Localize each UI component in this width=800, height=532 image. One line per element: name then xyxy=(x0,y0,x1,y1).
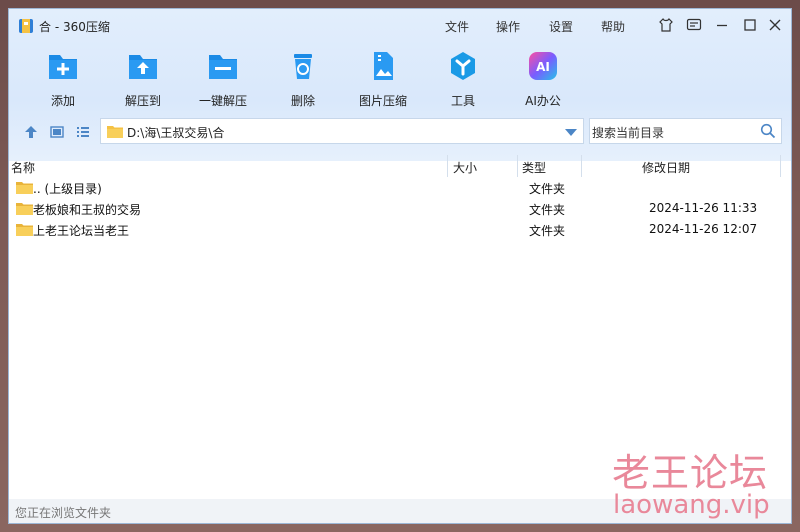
list-item[interactable]: 老板娘和王叔的交易 文件夹 2024-11-26 11:33 xyxy=(9,199,791,220)
address-dropdown-icon[interactable] xyxy=(565,129,577,136)
image-compress-icon xyxy=(374,52,393,80)
menu-file[interactable]: 文件 xyxy=(445,18,469,35)
toolbar-extract-to-label: 解压到 xyxy=(124,94,161,108)
column-header-size[interactable]: 大小 xyxy=(453,159,477,176)
row-type: 文件夹 xyxy=(529,182,566,196)
column-divider[interactable] xyxy=(517,155,518,177)
ai-office-icon: AI xyxy=(529,52,557,80)
folder-icon xyxy=(16,182,33,194)
column-header-date[interactable]: 修改日期 xyxy=(642,159,690,176)
folder-icon xyxy=(16,203,33,215)
address-bar[interactable]: D:\海\王叔交易\合 xyxy=(100,118,584,144)
title-bar: 合 - 360压缩 文件 操作 设置 帮助 xyxy=(9,9,791,43)
app-logo-icon xyxy=(19,19,33,33)
toolbar-tools-label: 工具 xyxy=(450,94,475,108)
toolbar-ai-office-button[interactable]: AI AI办公 xyxy=(511,49,575,109)
column-divider[interactable] xyxy=(447,155,448,177)
menu-operate[interactable]: 操作 xyxy=(496,18,520,35)
column-divider[interactable] xyxy=(780,155,781,177)
menu-help[interactable]: 帮助 xyxy=(601,18,625,35)
row-name: 老板娘和王叔的交易 xyxy=(33,203,142,217)
skin-icon[interactable] xyxy=(658,17,674,33)
folder-icon xyxy=(16,224,33,236)
toolbar-delete-button[interactable]: 删除 xyxy=(271,49,335,109)
add-icon xyxy=(49,55,77,79)
window-title: 合 - 360压缩 xyxy=(39,20,110,34)
row-name: .. (上级目录) xyxy=(33,182,102,196)
menu-settings[interactable]: 设置 xyxy=(549,18,573,35)
list-item[interactable]: 上老王论坛当老王 文件夹 2024-11-26 12:07 xyxy=(9,220,791,241)
search-icon[interactable] xyxy=(760,123,776,139)
row-date: 2024-11-26 12:07 xyxy=(649,222,758,236)
toolbar-ai-office-label: AI办公 xyxy=(525,94,561,108)
extract-to-icon xyxy=(129,55,157,79)
toolbar-add-label: 添加 xyxy=(50,94,75,108)
watermark-title: 老王论坛 xyxy=(612,451,769,495)
toolbar-delete-label: 删除 xyxy=(290,94,315,108)
row-type: 文件夹 xyxy=(529,224,566,238)
svg-text:AI: AI xyxy=(536,60,550,74)
toolbar-tools-button[interactable]: 工具 xyxy=(431,49,495,109)
tools-icon xyxy=(451,52,475,80)
feedback-icon[interactable] xyxy=(686,17,702,33)
delete-icon xyxy=(294,54,312,79)
toolbar-one-click-extract-label: 一键解压 xyxy=(198,94,247,108)
maximize-icon[interactable] xyxy=(742,17,758,33)
status-text: 您正在浏览文件夹 xyxy=(15,506,112,520)
up-arrow-icon[interactable] xyxy=(23,124,39,140)
one-click-extract-icon xyxy=(209,55,237,79)
list-item[interactable]: .. (上级目录) 文件夹 xyxy=(9,178,791,199)
list-view-icon[interactable] xyxy=(75,124,91,140)
column-header-name[interactable]: 名称 xyxy=(11,159,35,176)
address-path: D:\海\王叔交易\合 xyxy=(127,126,225,140)
folder-icon xyxy=(107,126,123,138)
row-date: 2024-11-26 11:33 xyxy=(649,201,758,215)
toolbar-one-click-extract-button[interactable]: 一键解压 xyxy=(191,49,255,109)
row-type: 文件夹 xyxy=(529,203,566,217)
toolbar-image-compress-button[interactable]: 图片压缩 xyxy=(351,49,415,109)
row-name: 上老王论坛当老王 xyxy=(33,224,130,238)
close-icon[interactable] xyxy=(767,17,783,33)
toolbar-extract-to-button[interactable]: 解压到 xyxy=(111,49,175,109)
search-input[interactable]: 搜索当前目录 xyxy=(592,124,664,141)
toolbar-image-compress-label: 图片压缩 xyxy=(358,94,407,108)
column-divider[interactable] xyxy=(581,155,582,177)
toolbar-add-button[interactable]: 添加 xyxy=(31,49,95,109)
search-box[interactable]: 搜索当前目录 xyxy=(589,118,782,144)
column-header-type[interactable]: 类型 xyxy=(522,159,546,176)
minimize-icon[interactable] xyxy=(714,17,730,33)
watermark-url: laowang.vip xyxy=(613,490,770,520)
thumbnail-view-icon[interactable] xyxy=(49,124,65,140)
